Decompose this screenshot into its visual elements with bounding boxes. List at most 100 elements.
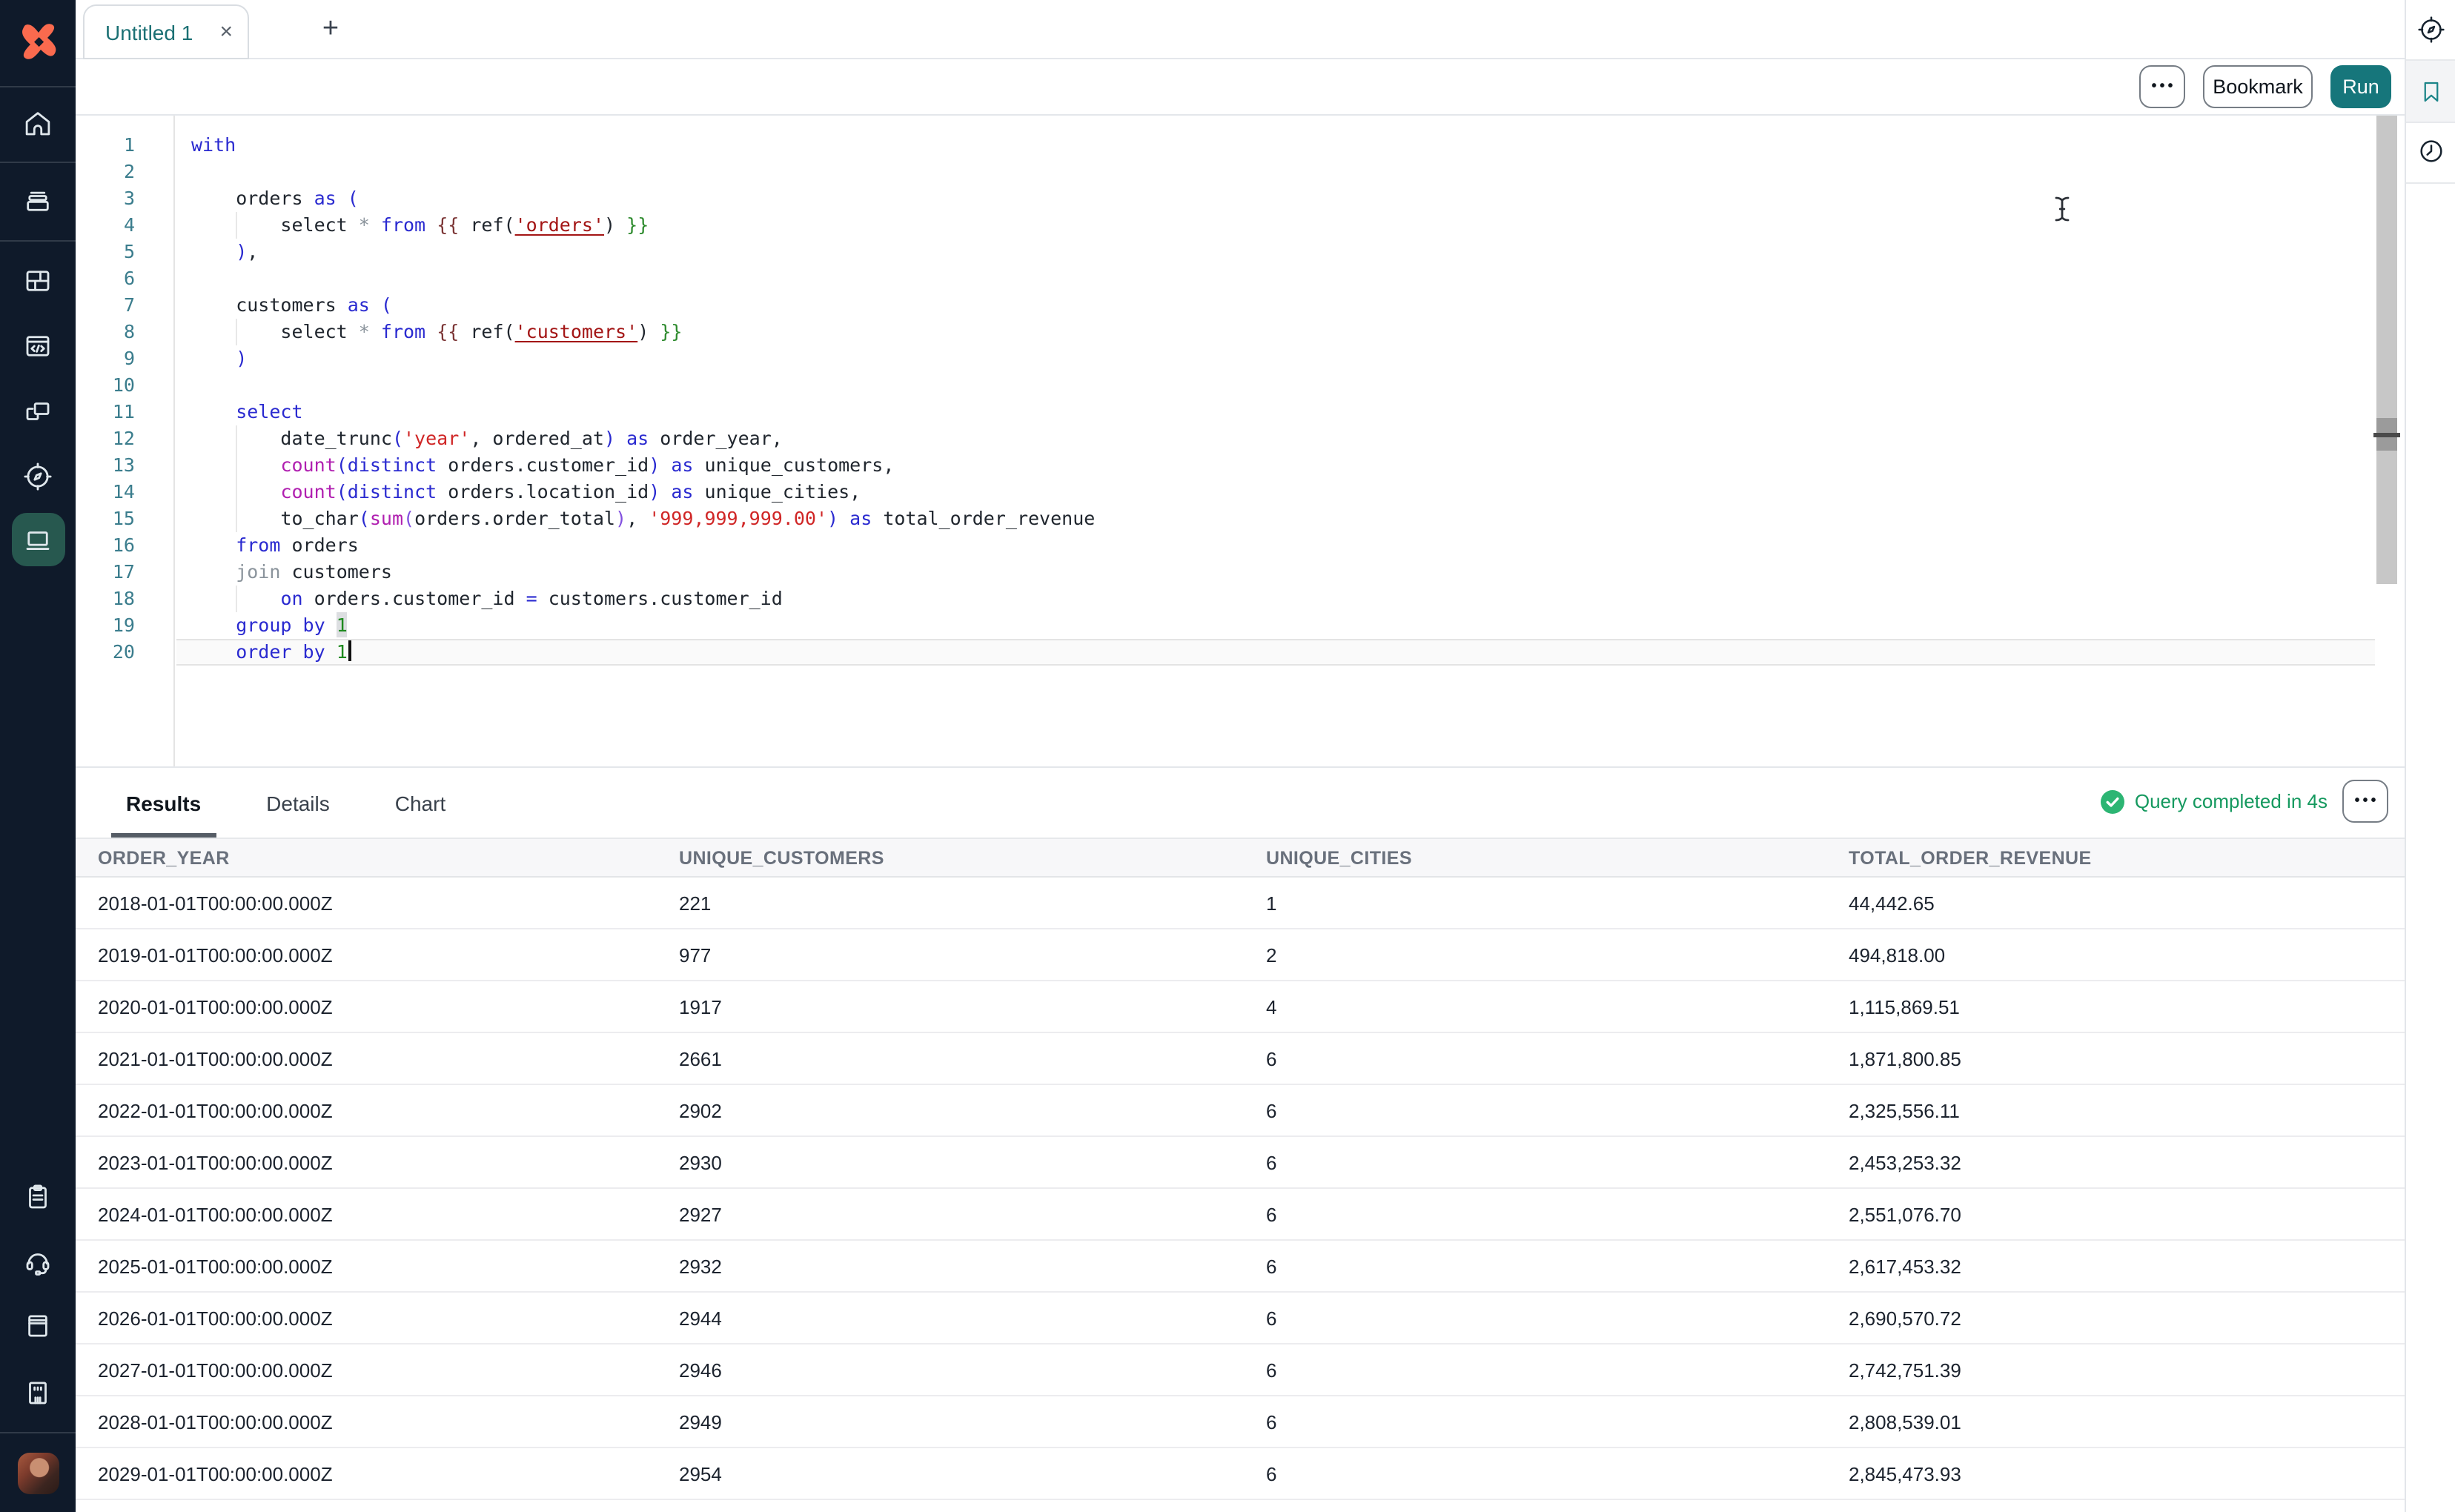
code-token: distinct <box>347 480 437 503</box>
code-token: from <box>191 534 281 556</box>
results-more-button[interactable]: ••• <box>2342 780 2388 823</box>
code-line[interactable]: select * from {{ ref('customers') }} <box>191 319 2375 345</box>
code-token: * <box>358 320 370 342</box>
code-token: = <box>526 587 537 609</box>
table-row[interactable]: 2026-01-01T00:00:00.000Z 2944 6 2,690,570.7… <box>76 1293 2405 1344</box>
home-icon <box>25 111 50 135</box>
indent-guide <box>236 505 238 532</box>
table-cell: 2932 <box>679 1255 722 1277</box>
column-header[interactable]: UNIQUE_CITIES <box>1266 847 1849 868</box>
column-header[interactable]: UNIQUE_CUSTOMERS <box>679 847 1266 868</box>
sidebar-item-clipboard[interactable] <box>11 1170 64 1223</box>
tab-untitled-1[interactable]: Untitled 1 × <box>83 4 249 59</box>
table-cell: 2946 <box>679 1359 722 1381</box>
editor-scrollbar-track[interactable] <box>2373 116 2400 584</box>
code-token: count <box>280 454 337 476</box>
sidebar-item-terminal-active[interactable] <box>11 513 64 566</box>
rail-divider <box>2406 122 2455 123</box>
code-token: join <box>191 560 281 583</box>
code-line[interactable]: date_trunc('year', ordered_at) as order_… <box>191 425 2375 452</box>
table-cell: 2027-01-01T00:00:00.000Z <box>98 1359 333 1381</box>
table-cell: 1917 <box>679 995 722 1018</box>
table-row[interactable]: 2028-01-01T00:00:00.000Z 2949 6 2,808,539.0… <box>76 1396 2405 1448</box>
code-line[interactable] <box>191 265 2375 292</box>
sidebar-item-organization[interactable] <box>11 1365 64 1419</box>
sidebar-item-code-editor[interactable] <box>11 319 64 372</box>
code-token: ( <box>336 454 348 476</box>
table-row[interactable]: 2019-01-01T00:00:00.000Z 977 2 494,818.00 <box>76 929 2405 981</box>
more-options-button[interactable]: ••• <box>2139 65 2185 108</box>
table-cell: 1,871,800.85 <box>1849 1047 1961 1070</box>
code-token: on <box>280 587 303 609</box>
line-number: 17 <box>112 560 135 583</box>
table-cell: 2028-01-01T00:00:00.000Z <box>98 1410 333 1433</box>
table-row[interactable]: 2024-01-01T00:00:00.000Z 2927 6 2,551,076.7… <box>76 1189 2405 1241</box>
code-area[interactable]: with orders as ( select * from {{ ref('o… <box>176 116 2375 766</box>
code-line[interactable]: ), <box>191 239 2375 265</box>
sidebar-item-apps[interactable] <box>11 384 64 437</box>
code-token: 'year' <box>403 427 471 449</box>
app-logo[interactable] <box>13 16 63 67</box>
table-row[interactable]: 2027-01-01T00:00:00.000Z 2946 6 2,742,751.3… <box>76 1344 2405 1396</box>
new-tab-button[interactable]: + <box>313 12 348 47</box>
table-row[interactable]: 2021-01-01T00:00:00.000Z 2661 6 1,871,800.8… <box>76 1033 2405 1085</box>
pane-resize-handle[interactable] <box>2373 433 2400 437</box>
code-line[interactable]: with <box>191 132 2375 159</box>
table-row[interactable]: 2020-01-01T00:00:00.000Z 1917 4 1,115,869.5… <box>76 981 2405 1033</box>
code-line[interactable]: select <box>191 399 2375 425</box>
column-header[interactable]: ORDER_YEAR <box>98 847 679 868</box>
table-row[interactable]: 2022-01-01T00:00:00.000Z 2902 6 2,325,556.1… <box>76 1085 2405 1137</box>
code-line[interactable]: ) <box>191 345 2375 372</box>
clock-icon <box>2419 140 2442 162</box>
code-line[interactable]: on orders.customer_id = customers.custom… <box>191 586 2375 612</box>
bookmark-button[interactable]: Bookmark <box>2203 65 2313 108</box>
code-token: ( <box>336 480 348 503</box>
sidebar-item-explore[interactable] <box>11 449 64 503</box>
rail-item-explore[interactable] <box>2406 9 2455 50</box>
laptop-icon <box>26 531 50 549</box>
code-token: ) <box>615 507 627 529</box>
table-row[interactable]: 2018-01-01T00:00:00.000Z 221 1 44,442.65 <box>76 878 2405 929</box>
table-row[interactable]: 2029-01-01T00:00:00.000Z 2954 6 2,845,473.9… <box>76 1448 2405 1500</box>
code-line[interactable]: group by 1 <box>191 612 2375 639</box>
code-line[interactable]: join customers <box>191 559 2375 586</box>
code-line[interactable]: count(distinct orders.customer_id) as un… <box>191 452 2375 479</box>
table-row[interactable]: 2023-01-01T00:00:00.000Z 2930 6 2,453,253.3… <box>76 1137 2405 1189</box>
sidebar-item-home[interactable] <box>11 96 64 150</box>
results-table: ORDER_YEAR UNIQUE_CUSTOMERS UNIQUE_CITIES T… <box>76 838 2405 1500</box>
code-token: '999,999,999.00' <box>649 507 828 529</box>
code-line[interactable]: select * from {{ ref('orders') }} <box>191 212 2375 239</box>
rail-item-bookmarks[interactable] <box>2406 61 2455 122</box>
user-avatar[interactable] <box>17 1453 59 1494</box>
code-line[interactable]: customers as ( <box>191 292 2375 319</box>
sidebar-item-storage[interactable] <box>11 173 64 227</box>
tab-close-icon[interactable]: × <box>219 21 233 43</box>
tab-details[interactable]: Details <box>251 768 345 838</box>
tab-chart[interactable]: Chart <box>380 768 460 838</box>
code-line[interactable]: from orders <box>191 532 2375 559</box>
code-line[interactable]: orders as ( <box>191 185 2375 212</box>
compass-icon <box>24 462 52 490</box>
line-number: 16 <box>112 534 135 556</box>
sql-editor[interactable]: 1 2 3 4 5 6 7 8 9 10 11 12 13 14 15 16 17 18 19 20 with ord… <box>76 116 2405 766</box>
tab-results[interactable]: Results <box>111 768 216 838</box>
column-header[interactable]: TOTAL_ORDER_REVENUE <box>1849 847 2405 868</box>
code-token: 'customers' <box>514 320 638 342</box>
sidebar-item-dashboard[interactable] <box>11 253 64 307</box>
sidebar-item-docs[interactable] <box>11 1299 64 1352</box>
code-line[interactable] <box>191 159 2375 185</box>
rail-item-history[interactable] <box>2406 127 2455 175</box>
code-line[interactable]: order by 1 <box>176 639 2375 666</box>
sidebar-item-support[interactable] <box>11 1235 64 1288</box>
query-status-text: Query completed in 4s <box>2134 790 2328 812</box>
run-button[interactable]: Run <box>2330 65 2391 108</box>
query-status: Query completed in 4s <box>2100 789 2328 813</box>
tab-details-label: Details <box>266 791 330 815</box>
code-line[interactable]: count(distinct orders.location_id) as un… <box>191 479 2375 505</box>
table-row[interactable]: 2025-01-01T00:00:00.000Z 2932 6 2,617,453.3… <box>76 1241 2405 1293</box>
code-line[interactable]: to_char(sum(orders.order_total), '999,99… <box>191 505 2375 532</box>
code-line[interactable] <box>191 372 2375 399</box>
